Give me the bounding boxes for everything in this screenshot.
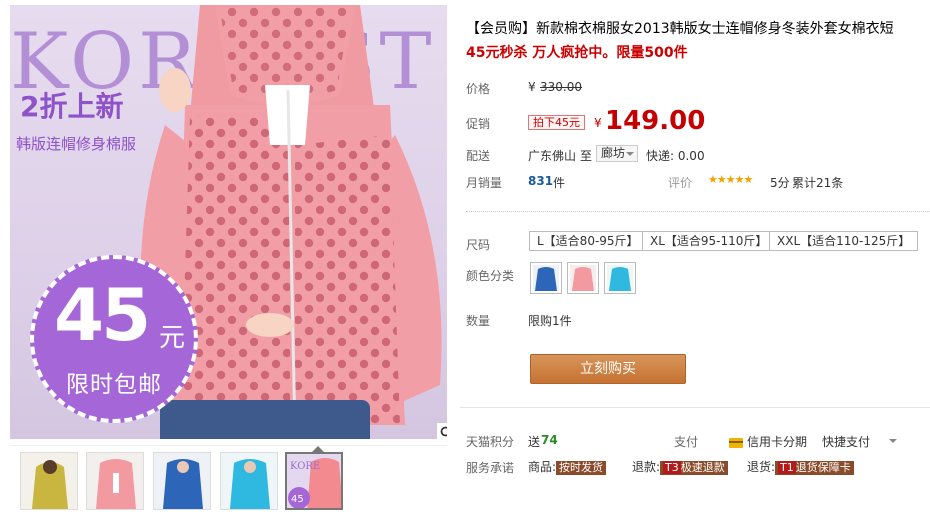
sales-label: 月销量 — [466, 176, 503, 190]
thumbnail-1[interactable] — [20, 452, 78, 510]
thumb-jacket-cyan — [221, 453, 277, 509]
credit-installment-link[interactable]: 信用卡分期 — [729, 433, 807, 450]
commit-goods[interactable]: 商品: 按时发货 — [528, 458, 607, 475]
commit-refund[interactable]: 退款: T3 极速退款 — [632, 458, 728, 475]
thumb-jacket-yellow — [21, 453, 77, 509]
quick-pay-link[interactable]: 快捷支付 — [822, 433, 870, 450]
buy-now-button[interactable]: 立刻购买 — [530, 354, 686, 384]
promo-price-currency: ¥ — [594, 116, 602, 130]
bottom-divider — [460, 407, 930, 408]
swatch-jacket-pink — [570, 265, 596, 291]
product-subtitle: 45元秒杀 万人疯抢中。限量500件 — [466, 45, 688, 61]
rating-stars-icon: ★★★★★ — [708, 173, 753, 186]
points-label: 天猫积分 — [466, 435, 515, 449]
credit-card-icon — [729, 437, 743, 448]
original-price: 330.00 — [540, 80, 582, 94]
color-option-cyan[interactable] — [604, 262, 636, 294]
swatch-jacket-cyan — [607, 265, 633, 291]
size-option-xl[interactable]: XL【适合95-110斤】 — [642, 231, 776, 251]
price-label: 价格 — [466, 82, 491, 96]
color-option-pink[interactable] — [567, 262, 599, 294]
commit-return-tag: 退货保障卡 — [795, 461, 851, 474]
magnifier-icon — [440, 426, 447, 436]
chevron-down-icon — [626, 152, 634, 156]
badge-free-shipping-text: 限时包邮 — [66, 372, 162, 398]
express-fee: 快递: 0.00 — [646, 149, 705, 163]
size-option-xxl[interactable]: XXL【适合110-125斤】 — [769, 231, 919, 251]
promo-subtitle: 韩版连帽修身棉服 — [16, 135, 137, 153]
commit-refund-tag: 极速退款 — [680, 461, 725, 474]
points-prefix: 送 — [528, 435, 541, 449]
thumb-jacket-blue — [154, 453, 210, 509]
color-label: 颜色分类 — [466, 269, 515, 283]
thumbnail-4[interactable] — [220, 452, 278, 510]
rating-score: 5分 — [770, 176, 790, 190]
size-label: 尺码 — [466, 238, 491, 252]
shipping-to-label: 至 — [580, 149, 593, 163]
discount-tag: 拍下45元 — [528, 115, 585, 130]
commit-return-code: T1 — [778, 461, 796, 474]
thumb-price-text: 45 — [291, 494, 304, 505]
payment-label: 支付 — [674, 435, 699, 449]
commit-goods-label: 商品: — [528, 460, 557, 474]
zoom-button[interactable] — [436, 422, 447, 439]
price-badge-circle: 45 元 限时包邮 — [30, 255, 198, 423]
badge-price-unit: 元 — [159, 323, 186, 353]
commit-refund-code: T3 — [663, 461, 681, 474]
sales-count: 831 — [528, 174, 554, 188]
thumbnail-2[interactable] — [86, 452, 144, 510]
thumb-promo-pink: KORE 45 — [287, 454, 341, 508]
points-value: 74 — [541, 433, 558, 447]
quantity-label: 数量 — [466, 314, 491, 328]
product-title: 【会员购】新款棉衣棉服女2013韩版女士连帽修身冬装外套女棉衣短 — [466, 21, 894, 37]
size-option-l[interactable]: L【适合80-95斤】 — [529, 231, 647, 251]
destination-select[interactable]: 廊坊 — [596, 145, 638, 162]
chevron-down-icon[interactable] — [889, 439, 897, 443]
rating-label: 评价 — [668, 176, 693, 190]
commit-goods-tag: 按时发货 — [556, 461, 607, 475]
sales-unit: 件 — [553, 176, 566, 190]
thumbnail-3[interactable] — [153, 452, 211, 510]
credit-installment-text: 信用卡分期 — [747, 435, 808, 449]
quantity-limit: 限购1件 — [528, 314, 572, 328]
rating-total-link[interactable]: 累计21条 — [792, 174, 843, 191]
promo-price: 149.00 — [605, 106, 706, 136]
thumb-brand-text: KORE — [290, 461, 320, 472]
destination-value: 廊坊 — [601, 146, 626, 160]
promo-title: 2折上新 — [20, 90, 124, 123]
thumb-jacket-pink — [87, 453, 143, 509]
section-divider — [466, 211, 930, 212]
commit-refund-label: 退款: — [632, 460, 661, 474]
original-price-currency: ¥ — [528, 80, 536, 94]
promo-label: 促销 — [466, 117, 491, 131]
main-product-image[interactable]: KOREAST 2折上新 韩版连帽修身棉服 45 — [10, 5, 447, 439]
color-option-blue[interactable] — [530, 262, 562, 294]
jeans-illustration — [160, 400, 370, 439]
commit-return-label: 退货: — [747, 460, 776, 474]
thumbnail-5[interactable]: KORE 45 — [285, 452, 343, 510]
swatch-jacket-blue — [533, 265, 559, 291]
commitment-label: 服务承诺 — [466, 461, 515, 475]
thumbnail-strip: KORE 45 — [10, 445, 447, 517]
commit-return[interactable]: 退货: T1 退货保障卡 — [747, 458, 854, 475]
shipping-origin: 广东佛山 — [528, 149, 577, 163]
shipping-label: 配送 — [466, 149, 491, 163]
